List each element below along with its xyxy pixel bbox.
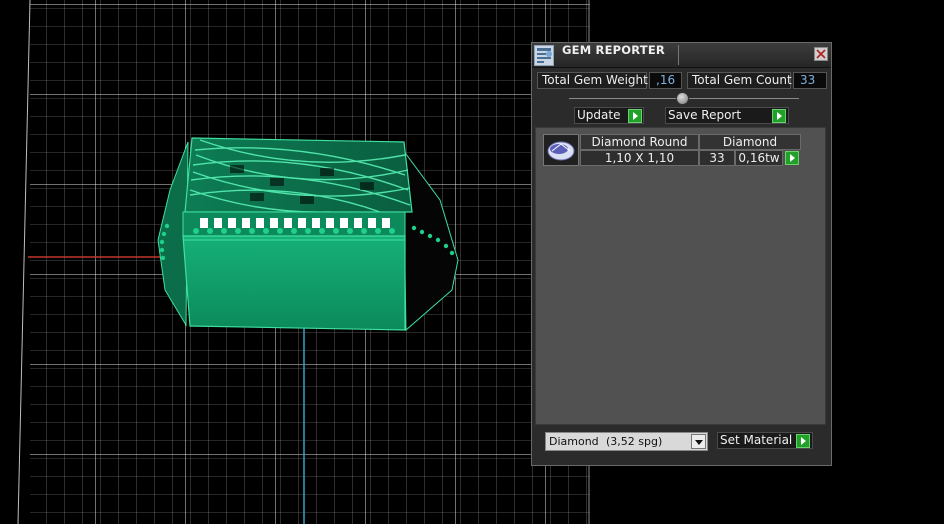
gem-size-cell: 1,10 X 1,10 — [580, 150, 699, 166]
gem-reporter-panel: GEM REPORTER Total Gem Weight ,16 Total … — [531, 42, 832, 466]
play-arrow-icon — [628, 109, 642, 123]
play-arrow-icon — [796, 434, 810, 448]
gem-weight-cell: 0,16tw — [735, 150, 783, 166]
gem-report-icon — [534, 45, 554, 66]
set-material-button[interactable]: Set Material — [717, 432, 813, 449]
gem-list[interactable]: Diamond Round Diamond 1,10 X 1,10 33 0,1… — [535, 127, 826, 425]
play-arrow-icon — [772, 109, 786, 123]
material-select[interactable]: Diamond (3,52 spg) — [545, 432, 708, 451]
total-gem-count-value: 33 — [793, 72, 827, 89]
ring-model[interactable] — [157, 137, 459, 332]
set-material-button-label: Set Material — [720, 433, 793, 447]
gem-row-arrow-button[interactable] — [785, 151, 799, 165]
panel-titlebar[interactable]: GEM REPORTER — [532, 43, 831, 68]
gem-material-header: Diamond — [699, 134, 801, 150]
close-button[interactable] — [814, 47, 828, 61]
gem-shape-header: Diamond Round — [580, 134, 699, 150]
save-report-button-label: Save Report — [668, 108, 742, 122]
gem-count-cell: 33 — [699, 150, 735, 166]
chevron-down-icon[interactable] — [691, 434, 706, 449]
update-button[interactable]: Update — [574, 107, 644, 124]
material-select-spg: (3,52 spg) — [606, 435, 663, 448]
material-select-name: Diamond — [549, 435, 599, 448]
close-icon — [816, 49, 826, 59]
panel-title: GEM REPORTER — [562, 43, 665, 57]
total-gem-count-label: Total Gem Count — [687, 72, 792, 89]
total-gem-weight-value: ,16 — [649, 72, 682, 89]
total-gem-weight-label: Total Gem Weight — [537, 72, 648, 89]
update-button-label: Update — [577, 108, 621, 122]
titlebar-divider — [678, 45, 679, 65]
save-report-button[interactable]: Save Report — [665, 107, 789, 124]
panel-slider-knob[interactable] — [676, 92, 689, 105]
diamond-round-thumbnail — [543, 134, 579, 166]
